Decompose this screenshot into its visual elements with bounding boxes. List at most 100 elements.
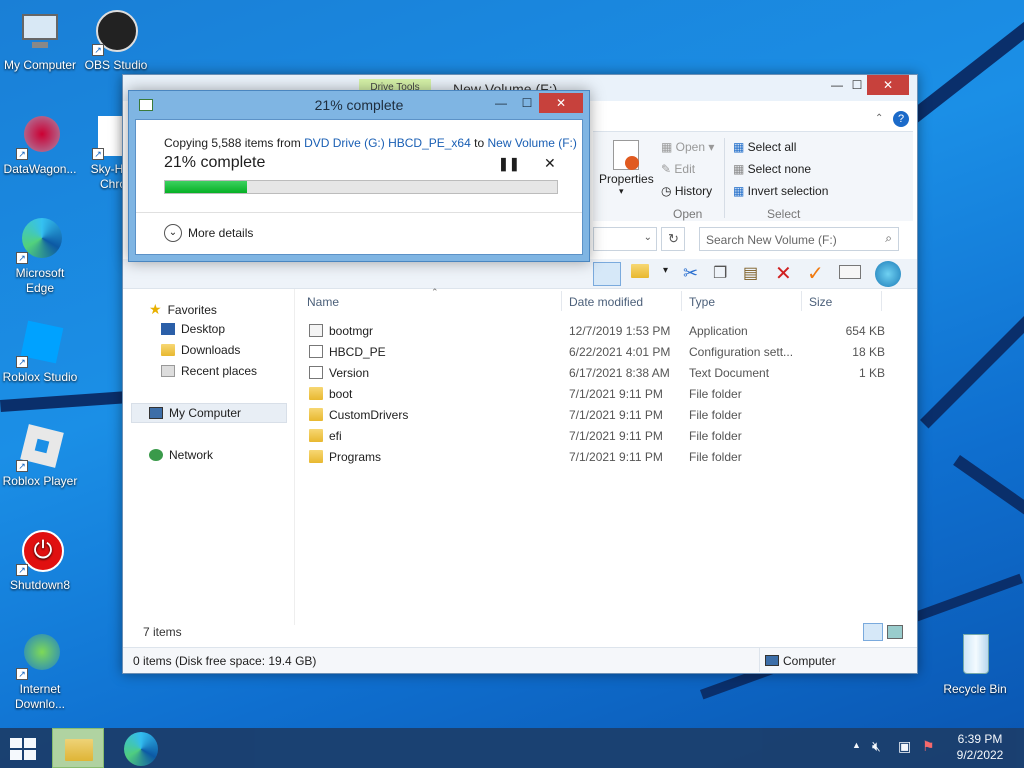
properties-icon[interactable] — [607, 140, 647, 174]
folder-icon — [309, 387, 323, 400]
desktop-icon-internet-download[interactable]: ↗ Internet Downlo... — [0, 632, 80, 712]
history-button[interactable]: ◷ History — [661, 184, 712, 198]
show-hidden-icons[interactable]: ▲ — [852, 740, 861, 750]
file-row-hbcd-pe[interactable]: HBCD_PE 6/22/2021 4:01 PM Configuration se… — [307, 342, 887, 363]
maximize-button[interactable]: ☐ — [513, 93, 541, 113]
power-icon: ⏻ ↗ — [16, 528, 64, 576]
volume-muted-icon[interactable]: 🔇︎ — [872, 738, 881, 755]
desktop-icon-roblox-player[interactable]: ↗ Roblox Player — [0, 424, 80, 489]
desktop-icon-my-computer[interactable]: My Computer — [0, 8, 80, 73]
file-row-efi[interactable]: efi 7/1/2021 9:11 PM File folder — [307, 426, 887, 447]
desktop-icon-recycle-bin[interactable]: Recycle Bin — [935, 632, 1015, 697]
desktop-icon-roblox-studio[interactable]: ↗ Roblox Studio — [0, 320, 80, 385]
edit-icon: ✎ — [661, 162, 675, 176]
address-bar[interactable]: ⌄ — [593, 227, 657, 251]
file-list: ⌃ Name Date modified Type Size bootmgr 12… — [297, 287, 917, 625]
computer-icon — [149, 407, 163, 419]
large-icons-view-icon[interactable] — [887, 625, 903, 639]
open-button[interactable]: ▦ Open ▾ — [661, 140, 714, 154]
column-divider[interactable] — [801, 291, 802, 311]
checkmark-icon[interactable]: ✓ — [807, 261, 824, 286]
obs-icon: ↗ — [92, 8, 140, 56]
close-button[interactable]: ✕ — [867, 75, 909, 95]
preview-pane-icon[interactable] — [593, 262, 621, 286]
file-row-bootmgr[interactable]: bootmgr 12/7/2019 1:53 PM Application 654 K… — [307, 321, 887, 342]
download-manager-icon: ↗ — [16, 632, 64, 680]
chevron-down-icon: ▾ — [619, 186, 624, 196]
help-icon[interactable]: ? — [893, 111, 909, 127]
cancel-icon[interactable]: ✕ — [544, 155, 556, 172]
ribbon-group-open: Open — [673, 207, 703, 221]
ribbon-collapse-icon[interactable]: ⌃ — [875, 113, 883, 124]
minimize-button[interactable]: — — [487, 93, 515, 113]
more-details-toggle[interactable]: ⌄ More details — [164, 224, 253, 242]
ribbon-divider — [724, 138, 725, 218]
shortcut-arrow-icon: ↗ — [16, 148, 28, 160]
nav-desktop[interactable]: Desktop — [161, 322, 225, 336]
recycle-bin-icon — [951, 632, 999, 680]
shortcut-arrow-icon: ↗ — [92, 148, 104, 160]
nav-recent-places[interactable]: Recent places — [161, 364, 257, 378]
delete-icon[interactable]: ✕ — [775, 261, 792, 286]
refresh-icon: ↻ — [668, 231, 679, 246]
cut-icon[interactable]: ✂ — [683, 263, 698, 284]
column-header-date[interactable]: Date modified — [569, 295, 643, 309]
nav-my-computer[interactable]: My Computer — [149, 406, 241, 420]
select-all-button[interactable]: ▦ Select all — [733, 140, 796, 154]
search-box[interactable]: Search New Volume (F:) ⌕ — [699, 227, 899, 251]
rename-icon[interactable] — [839, 265, 861, 279]
pause-icon[interactable]: ❚❚ — [498, 156, 520, 172]
nav-downloads[interactable]: Downloads — [161, 343, 240, 357]
select-none-button[interactable]: ▦ Select none — [733, 162, 811, 176]
action-center-icon[interactable]: ⚑ — [922, 738, 935, 755]
copy-icon[interactable]: ❐ — [713, 263, 727, 283]
file-row-customdrivers[interactable]: CustomDrivers 7/1/2021 9:11 PM File folder — [307, 405, 887, 426]
desktop-icon-microsoft-edge[interactable]: ↗ Microsoft Edge — [0, 216, 80, 296]
desktop-icon-label: Internet — [19, 682, 61, 696]
file-row-version[interactable]: Version 6/17/2021 8:38 AM Text Document 1 K… — [307, 363, 887, 384]
details-view-icon[interactable] — [863, 623, 883, 641]
column-divider[interactable] — [681, 291, 682, 311]
search-input[interactable]: Search New Volume (F:) — [706, 233, 837, 247]
desktop-icon-label: DataWagon... — [3, 162, 77, 176]
properties-button[interactable]: Properties — [599, 172, 654, 186]
desktop-icon-shutdown8[interactable]: ⏻ ↗ Shutdown8 — [0, 528, 80, 593]
paste-icon[interactable]: ▤ — [743, 263, 758, 283]
close-button[interactable]: ✕ — [539, 93, 583, 113]
globe-icon[interactable] — [875, 261, 901, 287]
desktop-icon-sky-high[interactable]: ↗ Sky-Hi Chro — [78, 112, 126, 192]
file-explorer-icon — [65, 739, 93, 761]
chevron-down-icon[interactable]: ▾ — [663, 265, 668, 276]
file-row-programs[interactable]: Programs 7/1/2021 9:11 PM File folder — [307, 447, 887, 468]
folder-options-icon[interactable] — [631, 264, 651, 280]
source-link[interactable]: DVD Drive (G:) HBCD_PE_x64 — [304, 136, 471, 150]
invert-selection-button[interactable]: ▦ Invert selection — [733, 184, 828, 198]
search-icon[interactable]: ⌕ — [885, 231, 892, 246]
desktop-icon-label: Microsoft — [15, 266, 65, 280]
copy-progress-dialog[interactable]: 21% complete — ☐ ✕ Copying 5,588 items f… — [128, 90, 590, 262]
clock[interactable]: 6:39 PM 9/2/2022 — [952, 732, 1008, 762]
column-divider[interactable] — [881, 291, 882, 311]
wallpaper-line — [0, 390, 131, 412]
taskbar-file-explorer[interactable] — [52, 728, 104, 768]
edge-taskbar-icon[interactable] — [124, 732, 158, 766]
desktop-icon-obs-studio[interactable]: ↗ OBS Studio — [76, 8, 156, 73]
nav-favorites[interactable]: ★ Favorites — [149, 301, 217, 318]
destination-link[interactable]: New Volume (F:) — [488, 136, 577, 150]
desktop-icon-label: Roblox Studio — [2, 370, 78, 384]
shortcut-arrow-icon: ↗ — [16, 460, 28, 472]
shortcut-arrow-icon: ↗ — [16, 564, 28, 576]
column-header-type[interactable]: Type — [689, 295, 715, 309]
desktop-icon-label: Recycle Bin — [943, 682, 1007, 696]
column-header-name[interactable]: Name — [307, 295, 339, 309]
refresh-button[interactable]: ↻ — [661, 227, 685, 251]
column-header-size[interactable]: Size — [809, 295, 832, 309]
network-tray-icon[interactable]: ▣ — [898, 738, 911, 755]
column-divider[interactable] — [561, 291, 562, 311]
nav-network[interactable]: Network — [149, 448, 213, 462]
windows-start-icon[interactable] — [10, 738, 38, 760]
address-dropdown-icon[interactable]: ⌄ — [644, 232, 652, 243]
file-row-boot[interactable]: boot 7/1/2021 9:11 PM File folder — [307, 384, 887, 405]
desktop-icon-datawagon[interactable]: ↗ DataWagon... — [0, 112, 80, 177]
edit-button[interactable]: ✎ Edit — [661, 162, 695, 176]
